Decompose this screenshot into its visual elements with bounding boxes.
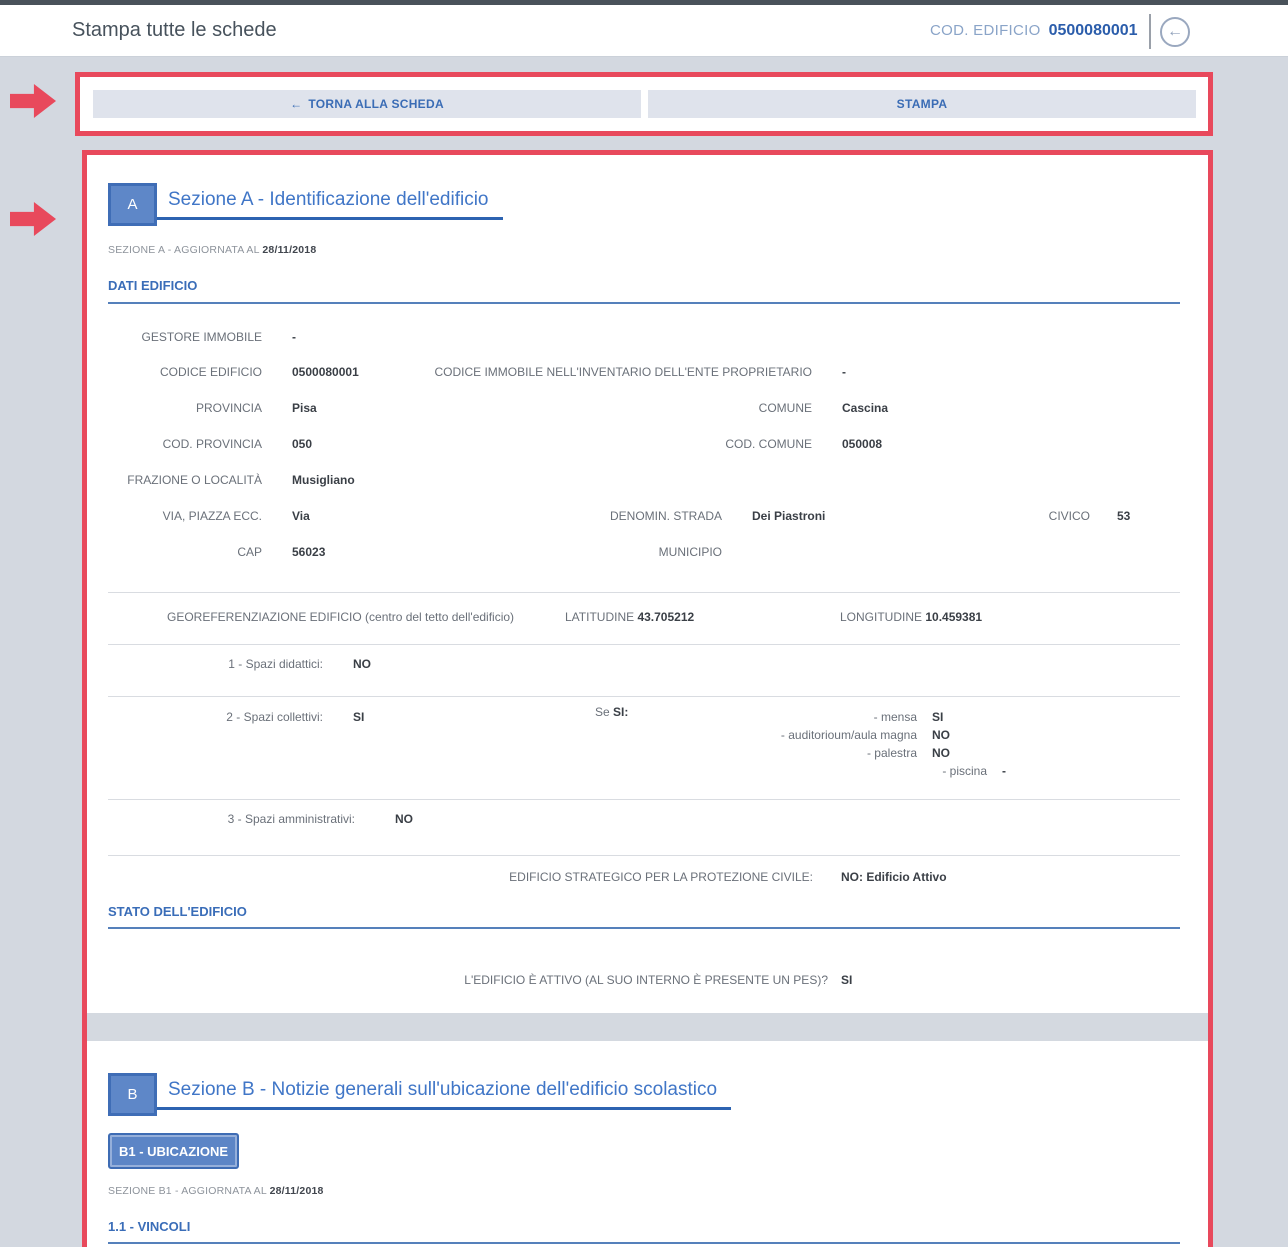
edificio-attivo-label: L'EDIFICIO È ATTIVO (AL SUO INTERNO È PR… [464,973,828,988]
section-separator-band [87,1013,1208,1041]
field-cod-comune-label: COD. COMUNE [725,437,812,452]
card-content: A Sezione A - Identificazione dell'edifi… [87,155,1208,1247]
b1-ubicazione-badge: B1 - UBICAZIONE [108,1133,239,1169]
spazi-collettivi-label: 2 - Spazi collettivi: [226,710,323,725]
auditorium-label: - auditorioum/aula magna [781,728,917,743]
spazi-didattici-value: NO [353,657,371,672]
section-a-updated-date: 28/11/2018 [262,244,316,256]
field-cap-label: CAP [237,545,262,560]
field-cod-comune-value: 050008 [842,437,882,452]
se-si-label: Se SI: [595,705,628,720]
page-title: Stampa tutte le schede [72,5,277,56]
section-b1-updated-prefix: SEZIONE B1 - AGGIORNATA AL [108,1185,270,1197]
field-cod-provincia-label: COD. PROVINCIA [163,437,262,452]
building-code-label: COD. EDIFICIO [930,22,1041,39]
divider [108,799,1180,800]
page: Stampa tutte le schede COD. EDIFICIO 050… [0,0,1288,1247]
piscina-label: - piscina [942,764,987,779]
field-gestore-label: GESTORE IMMOBILE [142,330,262,345]
field-via-label: VIA, PIAZZA ECC. [163,509,262,524]
building-code-value: 0500080001 [1049,22,1138,40]
back-to-form-button[interactable]: ← TORNA ALLA SCHEDA [93,90,641,118]
field-denom-strada-value: Dei Piastroni [752,509,825,524]
field-codice-immobile-value: - [842,365,846,380]
divider [108,592,1180,593]
field-frazione-label: FRAZIONE O LOCALITÀ [127,473,262,488]
strategico-label: EDIFICIO STRATEGICO PER LA PROTEZIONE CI… [509,870,813,885]
field-comune-label: COMUNE [759,401,812,416]
spazi-amministrativi-label: 3 - Spazi amministrativi: [228,812,355,827]
section-b1-updated: SEZIONE B1 - AGGIORNATA AL 28/11/2018 [108,1185,324,1197]
field-via-value: Via [292,509,310,524]
dati-edificio-rule [108,302,1180,304]
longitude-label: LONGITUDINE [840,610,925,624]
building-code: COD. EDIFICIO 0500080001 [930,5,1138,56]
vincoli-heading: 1.1 - VINCOLI [108,1219,190,1234]
section-b-title-wrap: Sezione B - Notizie generali sull'ubicaz… [157,1073,731,1110]
geo-longitude: LONGITUDINE 10.459381 [840,610,982,625]
auditorium-value: NO [932,728,950,743]
field-codice-edificio-label: CODICE EDIFICIO [160,365,262,380]
latitude-label: LATITUDINE [565,610,637,624]
field-municipio-label: MUNICIPIO [659,545,722,560]
geo-latitude: LATITUDINE 43.705212 [565,610,694,625]
field-comune-value: Cascina [842,401,888,416]
divider [108,644,1180,645]
back-to-form-label: TORNA ALLA SCHEDA [308,97,444,111]
section-b-badge: B [108,1073,157,1116]
edificio-attivo-value: SI [841,973,852,988]
field-codice-edificio-value: 0500080001 [292,365,359,380]
se-si-bold: SI: [613,705,628,719]
content-highlight-box: A Sezione A - Identificazione dell'edifi… [82,150,1213,1247]
back-button[interactable]: ← [1160,17,1190,47]
field-denom-strada-label: DENOMIN. STRADA [610,509,722,524]
geo-label: GEOREFERENZIAZIONE EDIFICIO (centro del … [167,610,514,625]
section-a-title: Sezione A - Identificazione dell'edifici… [168,189,489,211]
stato-edificio-heading: STATO DELL'EDIFICIO [108,904,247,919]
longitude-value: 10.459381 [925,610,982,624]
strategico-value: NO: Edificio Attivo [841,870,947,885]
annotation-arrow-toolbar [10,84,56,118]
section-b1-updated-date: 28/11/2018 [270,1185,324,1197]
latitude-value: 43.705212 [637,610,694,624]
section-b-title: Sezione B - Notizie generali sull'ubicaz… [168,1079,717,1101]
field-provincia-value: Pisa [292,401,317,416]
field-civico-label: CIVICO [1049,509,1090,524]
field-provincia-label: PROVINCIA [196,401,262,416]
field-cap-value: 56023 [292,545,325,560]
back-arrow-icon: ← [1167,23,1183,41]
spazi-collettivi-value: SI [353,710,364,725]
section-a-badge: A [108,183,157,226]
section-a-updated: SEZIONE A - AGGIORNATA AL 28/11/2018 [108,244,316,256]
dati-edificio-heading: DATI EDIFICIO [108,278,197,293]
section-a-updated-prefix: SEZIONE A - AGGIORNATA AL [108,244,262,256]
mensa-label: - mensa [874,710,917,725]
mensa-value: SI [932,710,943,725]
toolbar-highlight-box: ← TORNA ALLA SCHEDA STAMPA [75,72,1213,136]
divider [108,855,1180,856]
field-civico-value: 53 [1117,509,1130,524]
palestra-value: NO [932,746,950,761]
vincoli-rule [108,1242,1180,1244]
spazi-amministrativi-value: NO [395,812,413,827]
print-label: STAMPA [897,97,948,111]
se-si-prefix: Se [595,705,613,719]
app-header: Stampa tutte le schede COD. EDIFICIO 050… [0,5,1288,57]
header-divider [1149,14,1151,49]
divider [108,696,1180,697]
print-button[interactable]: STAMPA [648,90,1196,118]
palestra-label: - palestra [867,746,917,761]
field-cod-provincia-value: 050 [292,437,312,452]
spazi-didattici-label: 1 - Spazi didattici: [228,657,323,672]
field-codice-immobile-label: CODICE IMMOBILE NELL'INVENTARIO DELL'ENT… [434,365,812,380]
piscina-value: - [1002,764,1006,779]
stato-edificio-rule [108,927,1180,929]
annotation-arrow-section [10,202,56,236]
field-gestore-value: - [292,330,296,345]
left-arrow-icon: ← [290,97,302,111]
field-frazione-value: Musigliano [292,473,355,488]
section-a-title-wrap: Sezione A - Identificazione dell'edifici… [157,183,503,220]
